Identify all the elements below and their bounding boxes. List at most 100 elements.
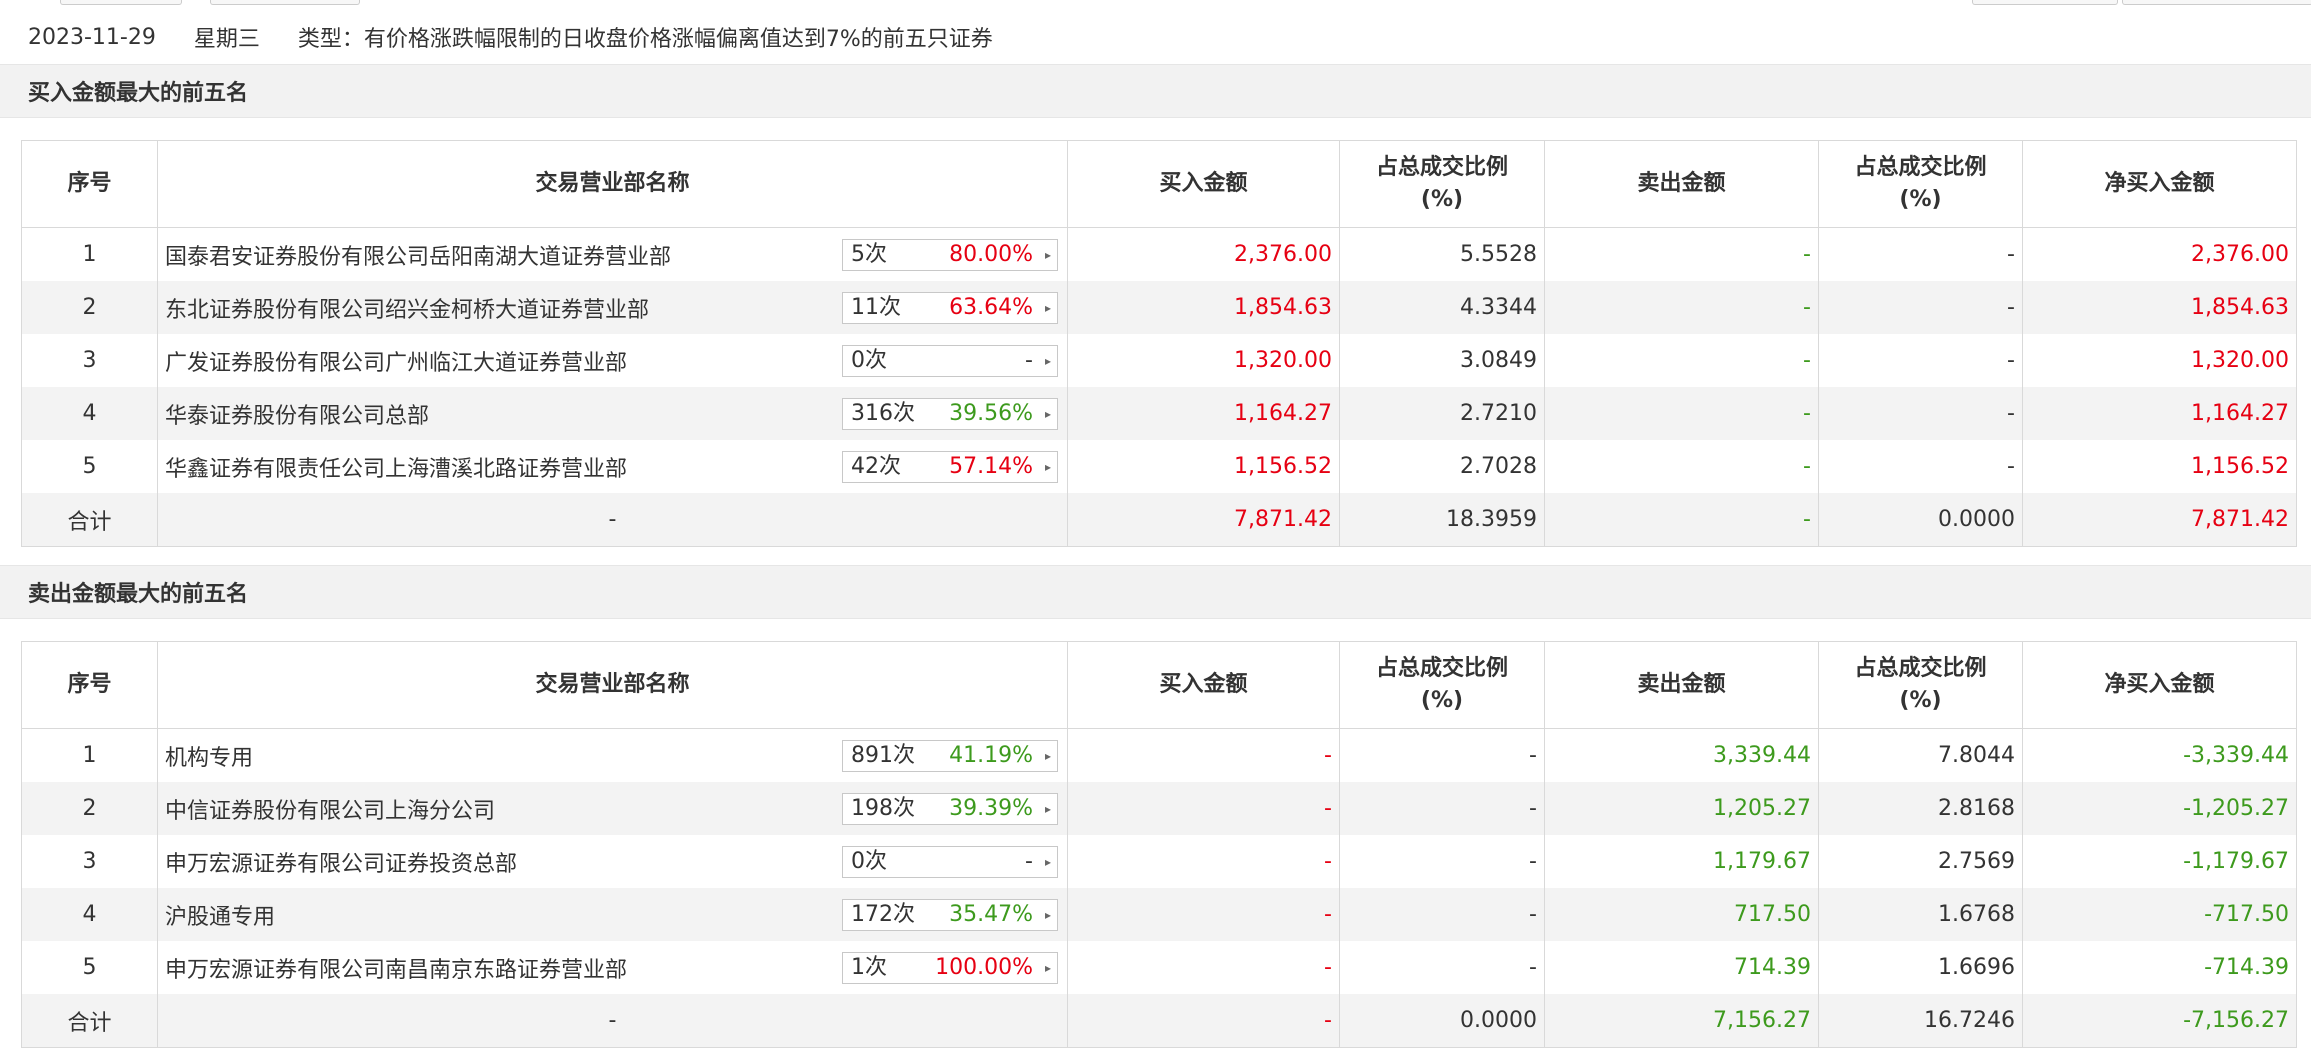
table-row[interactable]: 4 沪股通专用 172次 35.47% ▸ - -717.50 1.6768 -717.50 xyxy=(21,888,2297,941)
sell-amount: 3,339.44 xyxy=(1544,728,1819,782)
table-row[interactable]: 1 机构专用 891次 41.19% ▸ - -3,339.44 7.8044 -3,339.4… xyxy=(21,728,2297,782)
buy-ratio: 2.7210 xyxy=(1339,387,1545,440)
history-stats-dropdown[interactable]: 1次 100.00% ▸ xyxy=(842,951,1058,984)
toolbar-button[interactable] xyxy=(1972,0,2118,5)
branch-name[interactable]: 华泰证券股份有限公司总部 xyxy=(165,398,429,430)
row-index: 1 xyxy=(21,728,158,782)
toolbar-button[interactable] xyxy=(2122,0,2311,5)
row-index: 4 xyxy=(21,387,158,440)
total-buy-ratio: 18.3959 xyxy=(1339,493,1545,547)
total-buy-amount: 7,871.42 xyxy=(1067,493,1340,547)
row-index: 1 xyxy=(21,227,158,281)
net-buy-amount: -3,339.44 xyxy=(2022,728,2297,782)
buy-table-container: 序号 交易营业部名称 买入金额 占总成交比例 (%) 卖出金额 占总成交比例 (%) 净买入金额… xyxy=(21,140,2297,547)
sell-ratio: 2.8168 xyxy=(1818,782,2023,835)
table-row[interactable]: 3 申万宏源证券有限公司证券投资总部 0次 - ▸ - -1,179.67 2.7569 -1,… xyxy=(21,835,2297,888)
sell-amount: 1,179.67 xyxy=(1544,835,1819,888)
buy-top5-table: 序号 交易营业部名称 买入金额 占总成交比例 (%) 卖出金额 占总成交比例 (%) 净买入金额… xyxy=(21,140,2297,547)
history-stats-dropdown[interactable]: 198次 39.39% ▸ xyxy=(842,792,1058,825)
buy-ratio: 5.5528 xyxy=(1339,227,1545,281)
win-rate: - xyxy=(1025,347,1033,373)
row-index: 4 xyxy=(21,888,158,941)
sell-amount: - xyxy=(1544,440,1819,493)
buy-section-title: 买入金额最大的前五名 xyxy=(0,64,2311,118)
history-stats-dropdown[interactable]: 0次 - ▸ xyxy=(842,845,1058,878)
total-name: - xyxy=(157,994,1068,1048)
win-rate: 100.00% xyxy=(935,954,1033,980)
branch-name-cell[interactable]: 国泰君安证券股份有限公司岳阳南湖大道证券营业部 5次 80.00% ▸ xyxy=(157,227,1068,281)
branch-name-cell[interactable]: 申万宏源证券有限公司证券投资总部 0次 - ▸ xyxy=(157,835,1068,888)
sell-ratio: - xyxy=(1818,227,2023,281)
buy-ratio: 3.0849 xyxy=(1339,334,1545,387)
row-index: 3 xyxy=(21,334,158,387)
caret-right-icon: ▸ xyxy=(1044,960,1051,975)
caret-right-icon: ▸ xyxy=(1044,907,1051,922)
table-row[interactable]: 5 申万宏源证券有限公司南昌南京东路证券营业部 1次 100.00% ▸ - -714.39… xyxy=(21,941,2297,994)
table-row[interactable]: 2 中信证券股份有限公司上海分公司 198次 39.39% ▸ - -1,205.27 2.8… xyxy=(21,782,2297,835)
total-sell-amount: - xyxy=(1544,493,1819,547)
net-buy-amount: 1,854.63 xyxy=(2022,281,2297,334)
header-branch-name: 交易营业部名称 xyxy=(157,641,1068,729)
branch-name-cell[interactable]: 中信证券股份有限公司上海分公司 198次 39.39% ▸ xyxy=(157,782,1068,835)
toolbar-button[interactable] xyxy=(60,0,182,5)
buy-amount: - xyxy=(1067,782,1340,835)
branch-name-cell[interactable]: 沪股通专用 172次 35.47% ▸ xyxy=(157,888,1068,941)
history-stats-dropdown[interactable]: 0次 - ▸ xyxy=(842,344,1058,377)
buy-ratio: - xyxy=(1339,782,1545,835)
branch-name-cell[interactable]: 广发证券股份有限公司广州临江大道证券营业部 0次 - ▸ xyxy=(157,334,1068,387)
branch-name-cell[interactable]: 华泰证券股份有限公司总部 316次 39.56% ▸ xyxy=(157,387,1068,440)
win-rate: 39.56% xyxy=(949,400,1033,426)
net-buy-amount: 1,156.52 xyxy=(2022,440,2297,493)
branch-name[interactable]: 机构专用 xyxy=(165,740,253,772)
win-rate: - xyxy=(1025,848,1033,874)
sell-amount: - xyxy=(1544,227,1819,281)
sell-ratio: 1.6696 xyxy=(1818,941,2023,994)
sell-section-title: 卖出金额最大的前五名 xyxy=(0,565,2311,619)
table-row[interactable]: 5 华鑫证券有限责任公司上海漕溪北路证券营业部 42次 57.14% ▸ 1,156.52… xyxy=(21,440,2297,493)
table-row[interactable]: 4 华泰证券股份有限公司总部 316次 39.56% ▸ 1,164.27 2.7210- -… xyxy=(21,387,2297,440)
listing-count: 5次 xyxy=(851,241,887,267)
branch-name[interactable]: 广发证券股份有限公司广州临江大道证券营业部 xyxy=(165,345,627,377)
branch-name[interactable]: 国泰君安证券股份有限公司岳阳南湖大道证券营业部 xyxy=(165,239,671,271)
win-rate: 63.64% xyxy=(949,294,1033,320)
history-stats-dropdown[interactable]: 172次 35.47% ▸ xyxy=(842,898,1058,931)
caret-right-icon: ▸ xyxy=(1044,406,1051,421)
total-buy-amount: - xyxy=(1067,994,1340,1048)
header-buy-amount: 买入金额 xyxy=(1067,641,1340,729)
history-stats-dropdown[interactable]: 891次 41.19% ▸ xyxy=(842,739,1058,772)
history-stats-dropdown[interactable]: 11次 63.64% ▸ xyxy=(842,291,1058,324)
buy-amount: 1,320.00 xyxy=(1067,334,1340,387)
sell-ratio: - xyxy=(1818,334,2023,387)
listing-count: 0次 xyxy=(851,848,887,874)
branch-name-cell[interactable]: 申万宏源证券有限公司南昌南京东路证券营业部 1次 100.00% ▸ xyxy=(157,941,1068,994)
buy-amount: 1,164.27 xyxy=(1067,387,1340,440)
branch-name-cell[interactable]: 华鑫证券有限责任公司上海漕溪北路证券营业部 42次 57.14% ▸ xyxy=(157,440,1068,493)
history-stats-dropdown[interactable]: 5次 80.00% ▸ xyxy=(842,238,1058,271)
header-sell-ratio: 占总成交比例 (%) xyxy=(1818,140,2023,228)
table-row[interactable]: 2 东北证券股份有限公司绍兴金柯桥大道证券营业部 11次 63.64% ▸ 1,854.6… xyxy=(21,281,2297,334)
sell-ratio: 7.8044 xyxy=(1818,728,2023,782)
listing-count: 172次 xyxy=(851,901,915,927)
sell-table-container: 序号 交易营业部名称 买入金额 占总成交比例 (%) 卖出金额 占总成交比例 (%) 净买入金额… xyxy=(21,641,2297,1048)
branch-name[interactable]: 沪股通专用 xyxy=(165,899,275,931)
branch-name[interactable]: 申万宏源证券有限公司证券投资总部 xyxy=(165,846,517,878)
branch-name[interactable]: 东北证券股份有限公司绍兴金柯桥大道证券营业部 xyxy=(165,292,649,324)
branch-name[interactable]: 申万宏源证券有限公司南昌南京东路证券营业部 xyxy=(165,952,627,984)
net-buy-amount: 1,164.27 xyxy=(2022,387,2297,440)
buy-amount: - xyxy=(1067,941,1340,994)
buy-amount: - xyxy=(1067,888,1340,941)
sell-ratio: - xyxy=(1818,387,2023,440)
history-stats-dropdown[interactable]: 316次 39.56% ▸ xyxy=(842,397,1058,430)
toolbar-button[interactable] xyxy=(210,0,360,5)
branch-name-cell[interactable]: 机构专用 891次 41.19% ▸ xyxy=(157,728,1068,782)
sell-amount: 1,205.27 xyxy=(1544,782,1819,835)
branch-name[interactable]: 中信证券股份有限公司上海分公司 xyxy=(165,793,495,825)
table-row[interactable]: 3 广发证券股份有限公司广州临江大道证券营业部 0次 - ▸ 1,320.00 3.0849… xyxy=(21,334,2297,387)
caret-right-icon: ▸ xyxy=(1044,854,1051,869)
history-stats-dropdown[interactable]: 42次 57.14% ▸ xyxy=(842,450,1058,483)
branch-name-cell[interactable]: 东北证券股份有限公司绍兴金柯桥大道证券营业部 11次 63.64% ▸ xyxy=(157,281,1068,334)
branch-name[interactable]: 华鑫证券有限责任公司上海漕溪北路证券营业部 xyxy=(165,451,627,483)
total-label: 合计 xyxy=(21,493,158,547)
top-toolbar-edge xyxy=(0,0,2311,10)
table-row[interactable]: 1 国泰君安证券股份有限公司岳阳南湖大道证券营业部 5次 80.00% ▸ 2,376.0… xyxy=(21,227,2297,281)
